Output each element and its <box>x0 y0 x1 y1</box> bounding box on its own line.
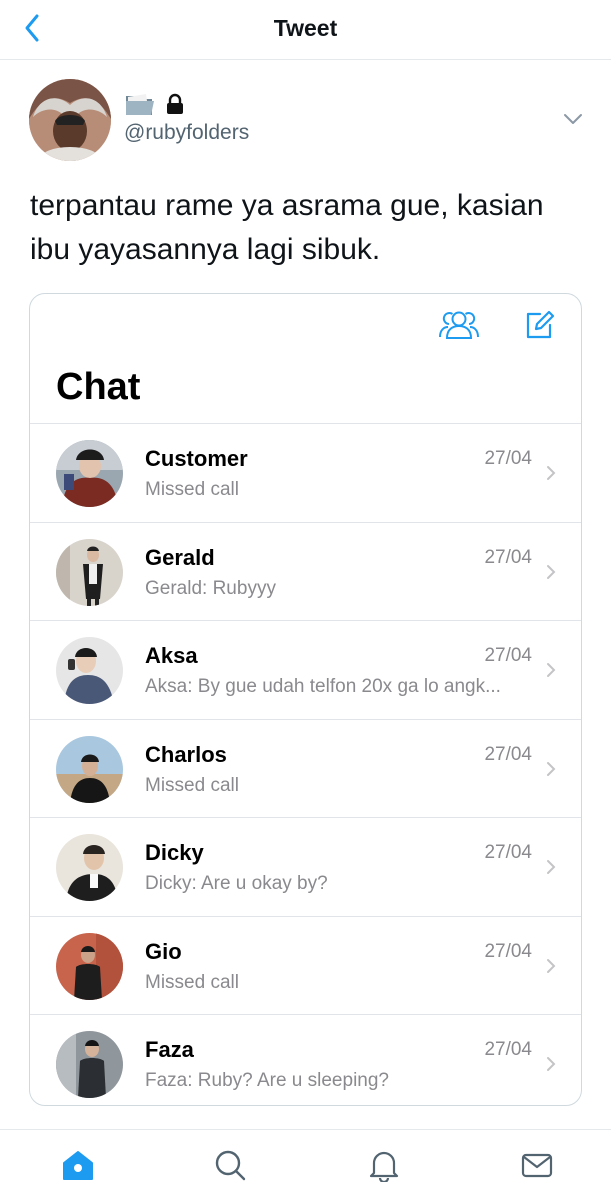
chevron-down-icon <box>564 114 582 124</box>
avatar <box>56 932 123 1000</box>
chat-name: Aksa <box>145 643 198 668</box>
author-handle[interactable]: @rubyfolders <box>124 121 249 145</box>
bottom-tab-bar <box>0 1129 611 1200</box>
mail-icon <box>521 1153 553 1178</box>
chat-preview: Missed call <box>145 971 239 993</box>
home-icon <box>63 1151 93 1180</box>
folder-icon <box>126 94 154 115</box>
chat-row-charlos[interactable]: Charlos 27/04 Missed call <box>30 718 581 818</box>
avatar <box>56 1031 123 1098</box>
chat-name: Charlos <box>145 741 227 767</box>
chat-preview: Dicky: Are u okay by? <box>145 873 328 894</box>
chat-preview: Missed call <box>145 479 239 500</box>
chat-preview: Missed call <box>145 774 239 796</box>
chevron-right-icon <box>547 564 556 579</box>
top-bar: Tweet <box>0 0 611 60</box>
chevron-right-icon <box>547 761 556 776</box>
tweet-media-card[interactable]: Chat Customer 27/04 Missed call Gerald 2… <box>29 293 582 1106</box>
chat-row-customer[interactable]: Customer 27/04 Missed call <box>30 423 581 522</box>
chat-list: Customer 27/04 Missed call Gerald 27/04 … <box>30 423 581 1105</box>
chat-date: 27/04 <box>484 1039 532 1060</box>
chat-date: 27/04 <box>484 448 532 469</box>
chat-preview: Faza: Ruby? Are u sleeping? <box>145 1070 389 1091</box>
compose-icon <box>526 310 555 339</box>
lock-icon <box>167 93 183 114</box>
avatar <box>56 440 123 507</box>
avatar <box>56 735 123 803</box>
chat-preview: Gerald: Rubyyy <box>145 577 276 599</box>
chat-name: Customer <box>145 446 248 471</box>
chat-preview: Aksa: By gue udah telfon 20x ga lo angk.… <box>145 676 501 697</box>
chat-row-gio[interactable]: Gio 27/04 Missed call <box>30 915 581 1015</box>
chevron-right-icon <box>547 860 556 874</box>
author-avatar[interactable] <box>29 79 111 161</box>
chevron-right-icon <box>547 466 556 480</box>
tweet-options-button[interactable] <box>561 109 585 129</box>
chat-row-dicky[interactable]: Dicky 27/04 Dicky: Are u okay by? <box>30 817 581 916</box>
tab-notifications[interactable] <box>367 1148 401 1184</box>
search-icon <box>215 1150 246 1181</box>
chat-title: Chat <box>56 366 141 408</box>
tab-home[interactable] <box>61 1148 95 1182</box>
chat-date: 27/04 <box>484 842 532 863</box>
chat-row-faza[interactable]: Faza 27/04 Faza: Ruby? Are u sleeping? <box>30 1014 581 1105</box>
tab-messages[interactable] <box>520 1148 554 1182</box>
chat-row-gerald[interactable]: Gerald 27/04 Gerald: Rubyyy <box>30 521 581 621</box>
chevron-right-icon <box>547 1057 556 1071</box>
chat-row-aksa[interactable]: Aksa 27/04 Aksa: By gue udah telfon 20x … <box>30 620 581 719</box>
compose-button[interactable] <box>523 308 555 342</box>
tweet-text: terpantau rame ya asrama gue, kasian ibu… <box>30 189 544 266</box>
page-title: Tweet <box>273 15 338 41</box>
author-photo <box>29 79 111 161</box>
chat-name: Faza <box>145 1037 194 1062</box>
chat-name: Dicky <box>145 840 204 865</box>
avatar <box>56 834 123 901</box>
tab-search[interactable] <box>213 1148 247 1182</box>
chat-name: Gerald <box>145 544 215 570</box>
bell-icon <box>369 1151 399 1184</box>
avatar <box>56 637 123 704</box>
chat-date: 27/04 <box>484 645 532 666</box>
chevron-right-icon <box>547 663 556 677</box>
avatar <box>56 538 123 606</box>
chat-date: 27/04 <box>484 743 532 765</box>
chevron-right-icon <box>547 958 556 973</box>
contacts-button[interactable] <box>437 308 481 342</box>
chat-name: Gio <box>145 938 182 964</box>
chat-date: 27/04 <box>484 546 532 568</box>
contacts-icon <box>439 311 479 339</box>
chat-date: 27/04 <box>484 940 532 962</box>
